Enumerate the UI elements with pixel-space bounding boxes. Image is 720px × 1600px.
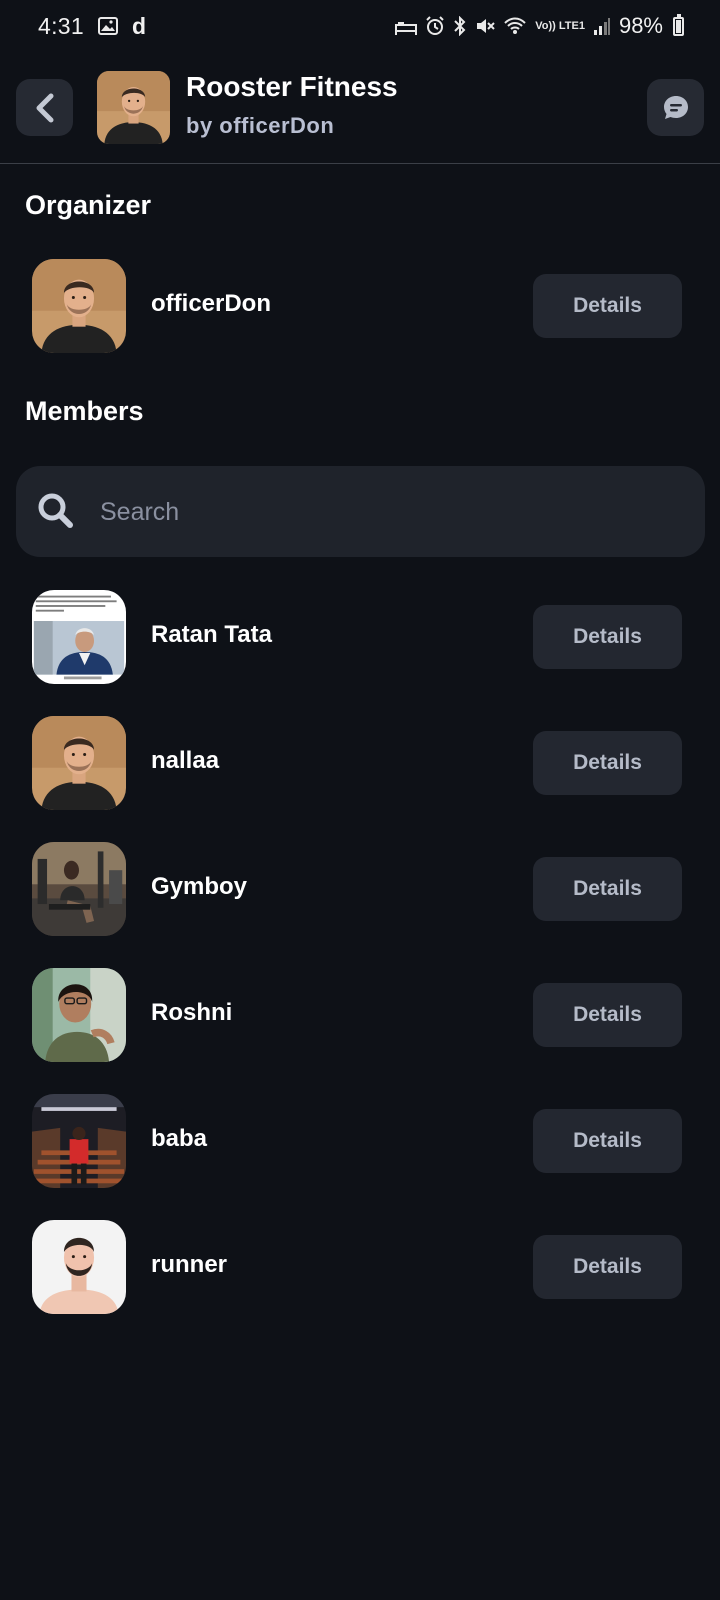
organizer-row: officerDon Details [0,258,720,354]
list-item: Ratan Tata Details [0,589,720,685]
avatar [32,259,126,353]
organizer-heading: Organizer [25,190,152,220]
member-name: nallaa [151,747,220,774]
list-item: Roshni Details [0,967,720,1063]
battery-icon [673,13,684,36]
chat-button[interactable] [647,79,704,136]
details-button[interactable]: Details [533,731,682,795]
member-name: Ratan Tata [151,621,272,648]
avatar [32,842,126,936]
app-notification-icon: d [131,12,147,39]
list-item: Gymboy Details [0,841,720,937]
sleep-mode-icon [395,17,418,35]
volte-indicator: Vo)) LTE1 [535,19,585,32]
search-icon [36,491,76,531]
chevron-left-icon [33,93,57,123]
avatar [32,716,126,810]
signal-icon [593,16,611,36]
details-button[interactable]: Details [533,1235,682,1299]
status-bar: 4:31 d Vo)) LTE1 98% [0,0,720,52]
status-time: 4:31 [38,12,84,39]
member-name: runner [151,1251,228,1278]
avatar [32,968,126,1062]
search-input[interactable] [100,484,680,540]
group-organizer-subtitle: by officerDon [186,113,335,138]
list-item: nallaa Details [0,715,720,811]
alarm-icon [425,16,445,36]
group-title: Rooster Fitness [186,71,398,102]
member-name: baba [151,1125,208,1152]
details-button[interactable]: Details [533,857,682,921]
avatar [32,1094,126,1188]
member-search [16,466,705,557]
chat-bubble-icon [661,93,691,123]
members-heading: Members [25,396,144,426]
member-name: Roshni [151,999,233,1026]
list-item: runner Details [0,1219,720,1315]
mute-icon [475,16,495,36]
member-name: Gymboy [151,873,248,900]
organizer-name: officerDon [151,290,271,317]
group-header: Rooster Fitness by officerDon [0,52,720,164]
organizer-details-button[interactable]: Details [533,274,682,338]
details-button[interactable]: Details [533,1109,682,1173]
battery-percent: 98% [618,13,663,38]
details-button[interactable]: Details [533,605,682,669]
bluetooth-icon [453,16,467,36]
gallery-notification-icon [97,16,118,36]
list-item: baba Details [0,1093,720,1189]
avatar [32,590,126,684]
group-avatar [97,71,170,144]
wifi-icon [503,16,527,36]
avatar [32,1220,126,1314]
back-button[interactable] [16,79,73,136]
details-button[interactable]: Details [533,983,682,1047]
